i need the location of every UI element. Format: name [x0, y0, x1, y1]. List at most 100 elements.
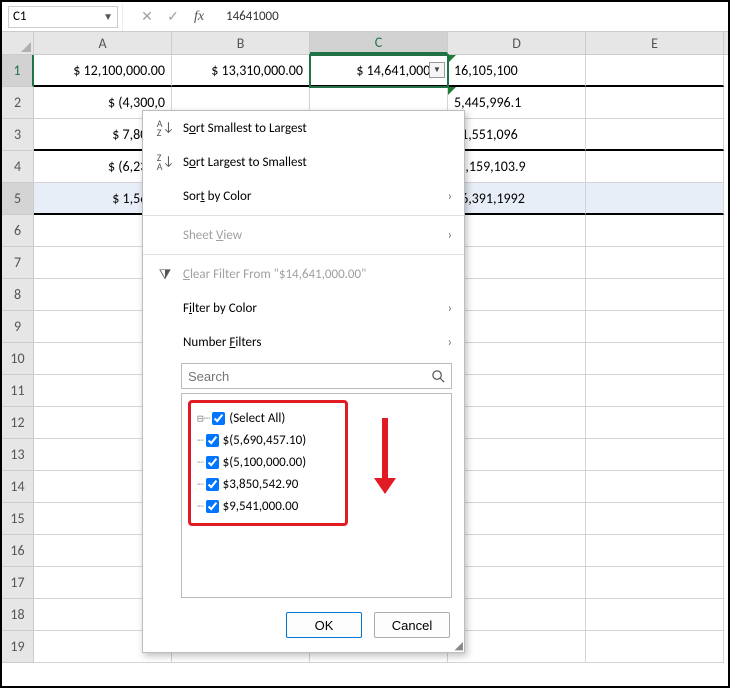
- row-header[interactable]: 1: [2, 55, 34, 87]
- chevron-right-icon: ›: [448, 335, 456, 350]
- filter-by-color[interactable]: Filter by Color ›: [143, 291, 464, 325]
- cell[interactable]: [586, 183, 724, 215]
- cell[interactable]: 16,105,100: [448, 55, 586, 87]
- row-header[interactable]: 7: [2, 247, 34, 279]
- cell[interactable]: [586, 439, 724, 471]
- row-header[interactable]: 19: [2, 631, 34, 663]
- row-header[interactable]: 11: [2, 375, 34, 407]
- name-box[interactable]: C1 ▼: [8, 6, 118, 28]
- cell[interactable]: [448, 247, 586, 279]
- cell[interactable]: [448, 599, 586, 631]
- cell[interactable]: [586, 119, 724, 151]
- row-header[interactable]: 16: [2, 535, 34, 567]
- cell[interactable]: [586, 407, 724, 439]
- number-filters[interactable]: Number Filters ›: [143, 325, 464, 359]
- cell[interactable]: [586, 599, 724, 631]
- cell[interactable]: [448, 215, 586, 247]
- col-header-E[interactable]: E: [586, 32, 724, 54]
- cell[interactable]: [586, 247, 724, 279]
- checkbox[interactable]: [212, 412, 225, 425]
- col-header-C[interactable]: C: [310, 32, 448, 54]
- cell[interactable]: $ 12,100,000.00: [34, 55, 172, 87]
- select-all-corner[interactable]: [2, 32, 34, 54]
- row-header[interactable]: 2: [2, 87, 34, 119]
- cell[interactable]: 5,445,996.1: [448, 87, 586, 119]
- cell[interactable]: [448, 567, 586, 599]
- formula-input[interactable]: 14641000: [212, 9, 728, 24]
- funnel-clear-icon: ⧩: [151, 266, 179, 283]
- row-header[interactable]: 3: [2, 119, 34, 151]
- cell[interactable]: [586, 87, 724, 119]
- checkbox[interactable]: [206, 456, 219, 469]
- row-header[interactable]: 4: [2, 151, 34, 183]
- cell[interactable]: [448, 279, 586, 311]
- filter-check-label: $3,850,542.90: [223, 477, 299, 492]
- filter-check-item[interactable]: ┈$9,541,000.00: [197, 495, 337, 517]
- row-header[interactable]: 15: [2, 503, 34, 535]
- cell[interactable]: [586, 311, 724, 343]
- filter-search-input[interactable]: [182, 369, 425, 384]
- row-header[interactable]: 14: [2, 471, 34, 503]
- cell[interactable]: [586, 151, 724, 183]
- clear-filter: ⧩ Clear Filter From "$14,641,000.00": [143, 257, 464, 291]
- chevron-down-icon[interactable]: ▼: [103, 10, 113, 23]
- cell[interactable]: 21,551,096: [448, 119, 586, 151]
- sort-asc[interactable]: AZ↓ Sort Smallest to Largest: [143, 111, 464, 145]
- resize-grip[interactable]: ◢: [455, 643, 461, 649]
- cell[interactable]: -5,159,103.9: [448, 151, 586, 183]
- filter-toggle-button[interactable]: ▼: [429, 62, 445, 78]
- sort-desc[interactable]: ZA↓ Sort Largest to Smallest: [143, 145, 464, 179]
- cell[interactable]: [448, 535, 586, 567]
- fx-icon[interactable]: fx: [186, 4, 212, 30]
- checkbox[interactable]: [206, 434, 219, 447]
- cell[interactable]: [586, 503, 724, 535]
- row-header[interactable]: 13: [2, 439, 34, 471]
- cell[interactable]: [586, 55, 724, 87]
- checkbox[interactable]: [206, 500, 219, 513]
- cell[interactable]: [448, 631, 586, 663]
- row-header[interactable]: 10: [2, 343, 34, 375]
- cell[interactable]: [448, 311, 586, 343]
- cell[interactable]: $ 13,310,000.00: [172, 55, 310, 87]
- cell[interactable]: 16,391,1992: [448, 183, 586, 215]
- name-box-value: C1: [13, 9, 27, 24]
- cell[interactable]: [586, 471, 724, 503]
- filter-check-item[interactable]: ┈$(5,690,457.10): [197, 429, 337, 451]
- cell[interactable]: [586, 215, 724, 247]
- filter-check-item[interactable]: ┈$(5,100,000.00): [197, 451, 337, 473]
- cell[interactable]: [448, 439, 586, 471]
- cell[interactable]: [586, 567, 724, 599]
- cell[interactable]: $ 14,641,000.0▼: [310, 55, 448, 87]
- filter-values-list[interactable]: ⊟┈(Select All) ┈$(5,690,457.10) ┈$(5,100…: [181, 393, 452, 598]
- cell[interactable]: [586, 535, 724, 567]
- cell[interactable]: [448, 503, 586, 535]
- filter-check-item[interactable]: ┈$3,850,542.90: [197, 473, 337, 495]
- row-header[interactable]: 17: [2, 567, 34, 599]
- row-header[interactable]: 9: [2, 311, 34, 343]
- cell[interactable]: [448, 471, 586, 503]
- row-header[interactable]: 18: [2, 599, 34, 631]
- cancel-entry-icon: ✕: [134, 4, 160, 30]
- ok-button[interactable]: OK: [286, 612, 362, 638]
- row-header[interactable]: 12: [2, 407, 34, 439]
- row-header[interactable]: 8: [2, 279, 34, 311]
- filter-search[interactable]: [181, 363, 452, 389]
- cell[interactable]: [586, 375, 724, 407]
- row-header[interactable]: 6: [2, 215, 34, 247]
- cell[interactable]: [448, 343, 586, 375]
- search-icon[interactable]: [425, 369, 451, 384]
- cancel-button[interactable]: Cancel: [374, 612, 450, 638]
- cell[interactable]: [448, 407, 586, 439]
- cell[interactable]: [586, 279, 724, 311]
- cell[interactable]: [586, 343, 724, 375]
- checkbox[interactable]: [206, 478, 219, 491]
- col-header-A[interactable]: A: [34, 32, 172, 54]
- sort-by-color[interactable]: Sort by Color ›: [143, 179, 464, 213]
- highlighted-annotation: ⊟┈(Select All) ┈$(5,690,457.10) ┈$(5,100…: [188, 400, 348, 526]
- col-header-D[interactable]: D: [448, 32, 586, 54]
- row-header[interactable]: 5: [2, 183, 34, 215]
- cell[interactable]: [448, 375, 586, 407]
- filter-check-item[interactable]: ⊟┈(Select All): [197, 407, 337, 429]
- col-header-B[interactable]: B: [172, 32, 310, 54]
- cell[interactable]: [586, 631, 724, 663]
